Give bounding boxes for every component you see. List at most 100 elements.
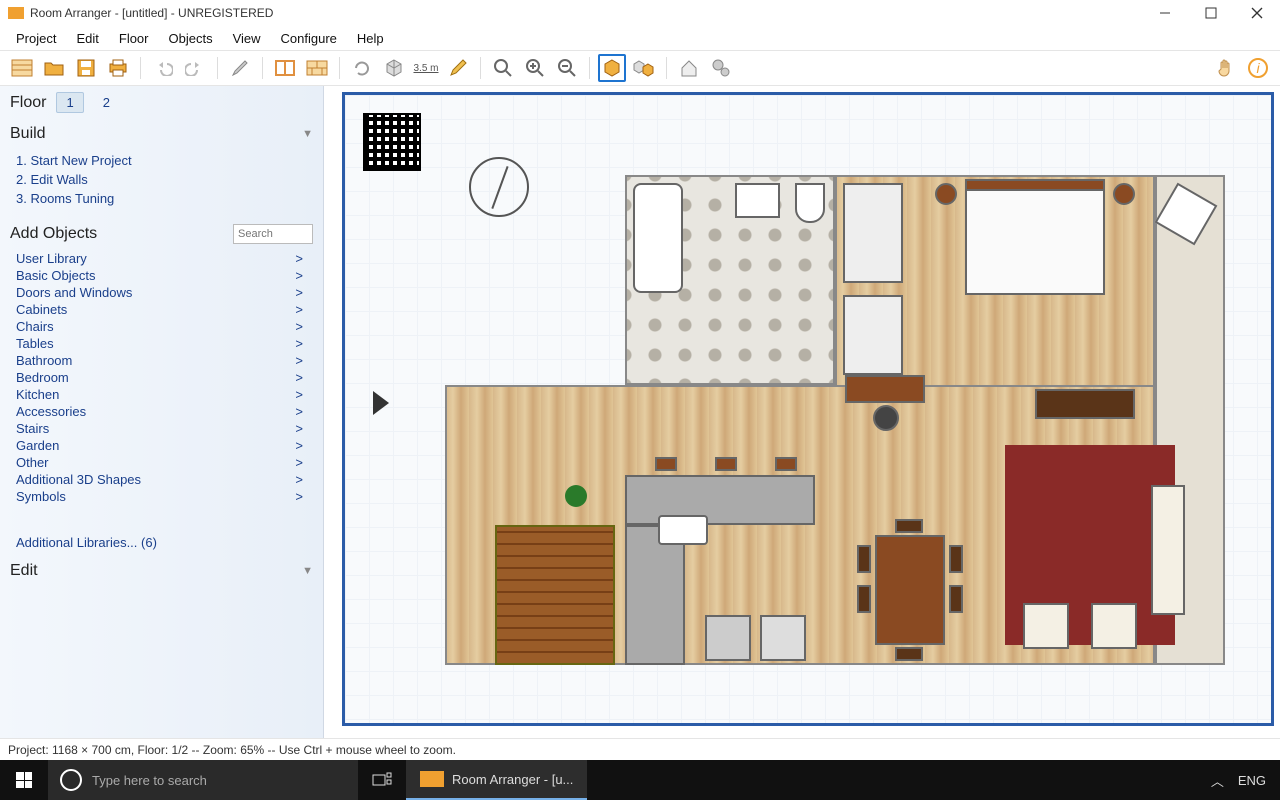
menu-edit[interactable]: Edit <box>66 29 108 48</box>
home-icon[interactable] <box>675 54 703 82</box>
zoom-out-icon[interactable] <box>553 54 581 82</box>
stool[interactable] <box>715 457 737 471</box>
cat-user-library[interactable]: User Library> <box>16 250 307 267</box>
cat-garden[interactable]: Garden> <box>16 437 307 454</box>
build-start-new-project[interactable]: 1. Start New Project <box>16 151 307 170</box>
print-icon[interactable] <box>104 54 132 82</box>
open-icon[interactable] <box>40 54 68 82</box>
chair[interactable] <box>895 519 923 533</box>
zoom-icon[interactable] <box>489 54 517 82</box>
hand-icon[interactable] <box>1212 54 1240 82</box>
cat-cabinets[interactable]: Cabinets> <box>16 301 307 318</box>
build-header[interactable]: Build▼ <box>0 119 323 147</box>
menu-project[interactable]: Project <box>6 29 66 48</box>
info-icon[interactable]: i <box>1244 54 1272 82</box>
close-button[interactable] <box>1234 0 1280 26</box>
cat-tables[interactable]: Tables> <box>16 335 307 352</box>
cat-accessories[interactable]: Accessories> <box>16 403 307 420</box>
cat-bathroom[interactable]: Bathroom> <box>16 352 307 369</box>
build-edit-walls[interactable]: 2. Edit Walls <box>16 170 307 189</box>
chair[interactable] <box>949 545 963 573</box>
office-chair[interactable] <box>873 405 899 431</box>
cube-icon[interactable] <box>380 54 408 82</box>
stairs[interactable] <box>495 525 615 665</box>
rotate-icon[interactable] <box>348 54 376 82</box>
stool[interactable] <box>775 457 797 471</box>
floor-label: Floor <box>10 94 46 112</box>
cat-3d-shapes[interactable]: Additional 3D Shapes> <box>16 471 307 488</box>
save-icon[interactable] <box>72 54 100 82</box>
view-3d-icon[interactable] <box>598 54 626 82</box>
cat-basic-objects[interactable]: Basic Objects> <box>16 267 307 284</box>
appliance[interactable] <box>705 615 751 661</box>
bathtub[interactable] <box>633 183 683 293</box>
armchair[interactable] <box>1023 603 1069 649</box>
cat-doors-windows[interactable]: Doors and Windows> <box>16 284 307 301</box>
chair[interactable] <box>857 585 871 613</box>
kitchen-counter[interactable] <box>625 525 685 665</box>
task-view-icon[interactable] <box>358 760 406 800</box>
kitchen-sink[interactable] <box>658 515 708 545</box>
chair[interactable] <box>857 545 871 573</box>
system-tray: ︿ ENG <box>1197 771 1280 790</box>
chair[interactable] <box>895 647 923 661</box>
sink[interactable] <box>735 183 780 218</box>
desk[interactable] <box>845 375 925 403</box>
menu-configure[interactable]: Configure <box>271 29 347 48</box>
wardrobe[interactable] <box>843 295 903 375</box>
menu-objects[interactable]: Objects <box>159 29 223 48</box>
multi-cube-icon[interactable] <box>630 54 658 82</box>
redo-icon[interactable] <box>181 54 209 82</box>
additional-libraries-link[interactable]: Additional Libraries... (6) <box>0 513 323 556</box>
sofa[interactable] <box>1151 485 1185 615</box>
bed[interactable] <box>965 185 1105 295</box>
edit-header[interactable]: Edit▼ <box>0 556 323 584</box>
bricks-icon[interactable] <box>303 54 331 82</box>
new-project-icon[interactable] <box>8 54 36 82</box>
dining-table[interactable] <box>875 535 945 645</box>
stool[interactable] <box>655 457 677 471</box>
cat-chairs[interactable]: Chairs> <box>16 318 307 335</box>
wardrobe[interactable] <box>843 183 903 283</box>
start-button[interactable] <box>0 760 48 800</box>
taskbar-search[interactable]: Type here to search <box>48 760 358 800</box>
chevron-down-icon: ▼ <box>302 565 313 577</box>
cat-kitchen[interactable]: Kitchen> <box>16 386 307 403</box>
kitchen-island[interactable] <box>625 475 815 525</box>
walls-icon[interactable] <box>271 54 299 82</box>
undo-icon[interactable] <box>149 54 177 82</box>
brush-icon[interactable] <box>226 54 254 82</box>
appliance[interactable] <box>760 615 806 661</box>
floor-plan[interactable] <box>395 135 1251 703</box>
floor-tab-2[interactable]: 2 <box>94 93 119 112</box>
gears-icon[interactable] <box>707 54 735 82</box>
menu-view[interactable]: View <box>223 29 271 48</box>
search-input[interactable] <box>233 224 313 244</box>
measure-icon[interactable]: 3.5 m <box>412 54 440 82</box>
build-rooms-tuning[interactable]: 3. Rooms Tuning <box>16 189 307 208</box>
tv-unit[interactable] <box>1035 389 1135 419</box>
floor-tab-1[interactable]: 1 <box>56 92 83 113</box>
headboard[interactable] <box>965 179 1105 191</box>
menu-help[interactable]: Help <box>347 29 394 48</box>
plant[interactable] <box>565 485 587 507</box>
minimize-button[interactable] <box>1142 0 1188 26</box>
tray-chevron-icon[interactable]: ︿ <box>1211 771 1224 790</box>
pencil-icon[interactable] <box>444 54 472 82</box>
maximize-button[interactable] <box>1188 0 1234 26</box>
cat-other[interactable]: Other> <box>16 454 307 471</box>
taskbar-app-room-arranger[interactable]: Room Arranger - [u... <box>406 760 587 800</box>
zoom-in-icon[interactable] <box>521 54 549 82</box>
tray-lang[interactable]: ENG <box>1238 773 1266 788</box>
cat-stairs[interactable]: Stairs> <box>16 420 307 437</box>
menu-floor[interactable]: Floor <box>109 29 159 48</box>
chair[interactable] <box>949 585 963 613</box>
lamp[interactable] <box>935 183 957 205</box>
cat-symbols[interactable]: Symbols> <box>16 488 307 505</box>
armchair[interactable] <box>1091 603 1137 649</box>
cat-bedroom[interactable]: Bedroom> <box>16 369 307 386</box>
toilet[interactable] <box>795 183 825 223</box>
menubar: Project Edit Floor Objects View Configur… <box>0 26 1280 50</box>
floorplan-canvas[interactable] <box>342 92 1274 726</box>
lamp[interactable] <box>1113 183 1135 205</box>
